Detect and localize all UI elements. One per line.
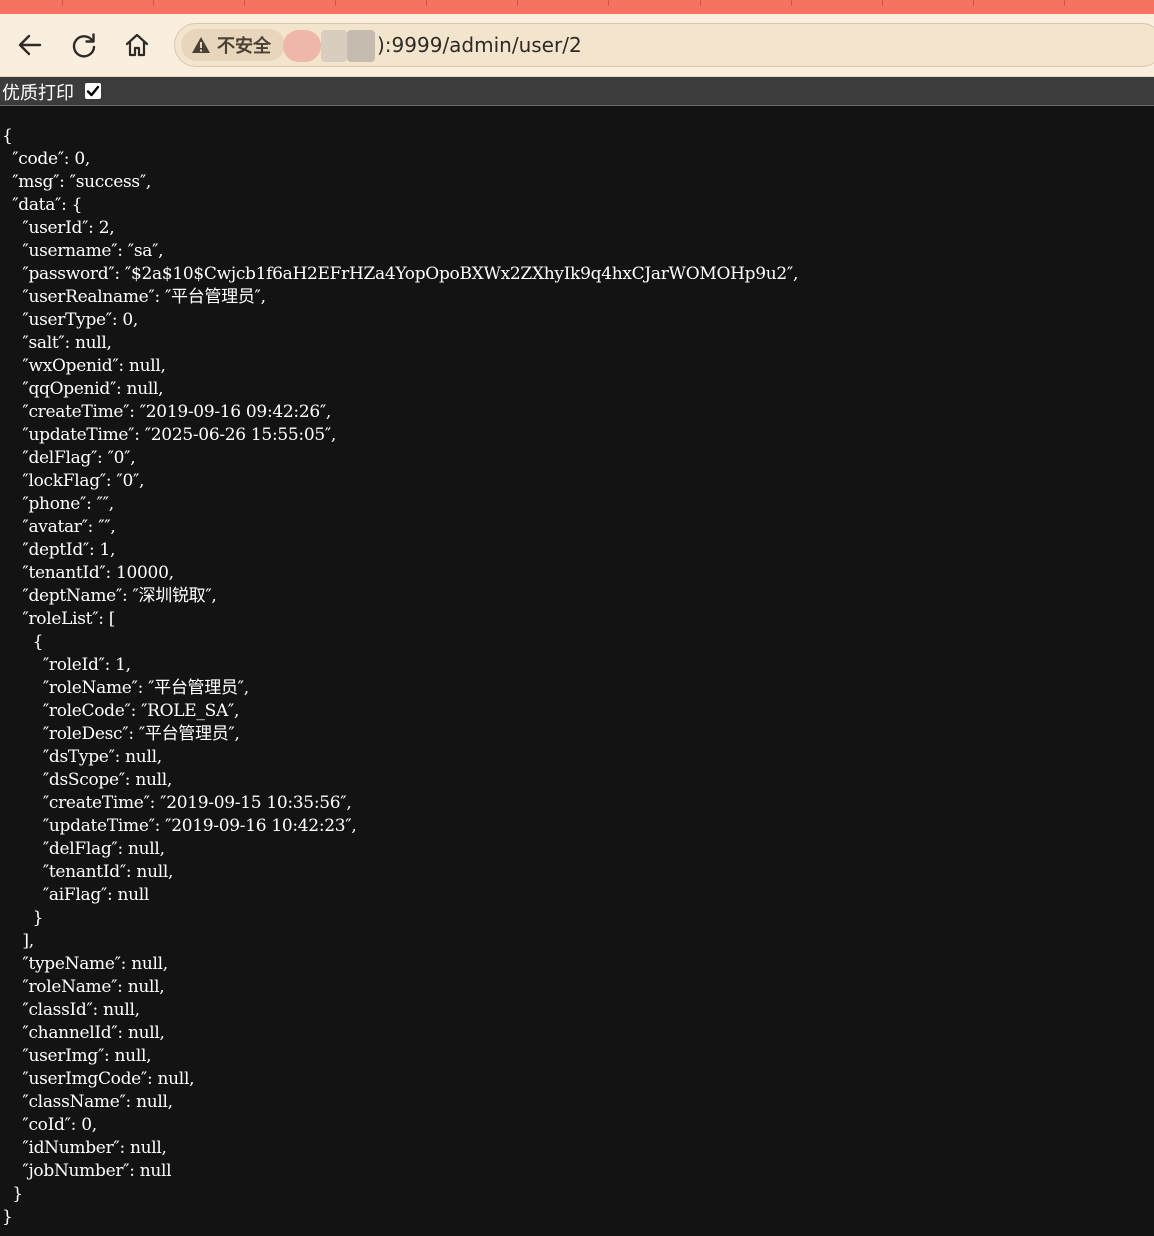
print-quality-label: 优质打印 <box>2 83 74 104</box>
checkmark-icon <box>86 85 100 97</box>
redacted-host <box>347 30 375 62</box>
tab-separator <box>153 0 154 6</box>
tab-separator <box>517 0 518 6</box>
back-button[interactable] <box>13 28 47 62</box>
print-options-bar: 优质打印 <box>0 77 1154 106</box>
tab-separator <box>1064 0 1065 6</box>
redacted-host <box>321 30 347 62</box>
tab-separator <box>791 0 792 6</box>
url-text: ):9999/admin/user/2 <box>377 33 582 57</box>
browser-toolbar: 不安全 ):9999/admin/user/2 <box>0 14 1154 77</box>
home-icon <box>125 33 149 57</box>
home-button[interactable] <box>120 28 154 62</box>
tab-separator <box>335 0 336 6</box>
print-quality-checkbox[interactable] <box>85 83 101 99</box>
reload-icon <box>72 33 96 58</box>
tab-separator <box>973 0 974 6</box>
tab-separator <box>426 0 427 6</box>
tab-separator <box>244 0 245 6</box>
address-bar[interactable]: 不安全 ):9999/admin/user/2 <box>174 23 1154 67</box>
redacted-host <box>283 30 321 62</box>
security-label: 不安全 <box>217 36 271 57</box>
security-indicator[interactable]: 不安全 <box>181 29 285 61</box>
tab-separator <box>882 0 883 6</box>
tab-strip <box>0 0 1154 14</box>
reload-button[interactable] <box>67 28 101 62</box>
tab-separator <box>62 0 63 6</box>
back-arrow-icon <box>18 34 42 56</box>
json-response-body: { ″code″: 0, ″msg″: ″success″, ″data″: {… <box>2 126 799 1227</box>
warning-triangle-icon <box>192 37 210 53</box>
tab-separator <box>700 0 701 6</box>
tab-separator <box>608 0 609 6</box>
